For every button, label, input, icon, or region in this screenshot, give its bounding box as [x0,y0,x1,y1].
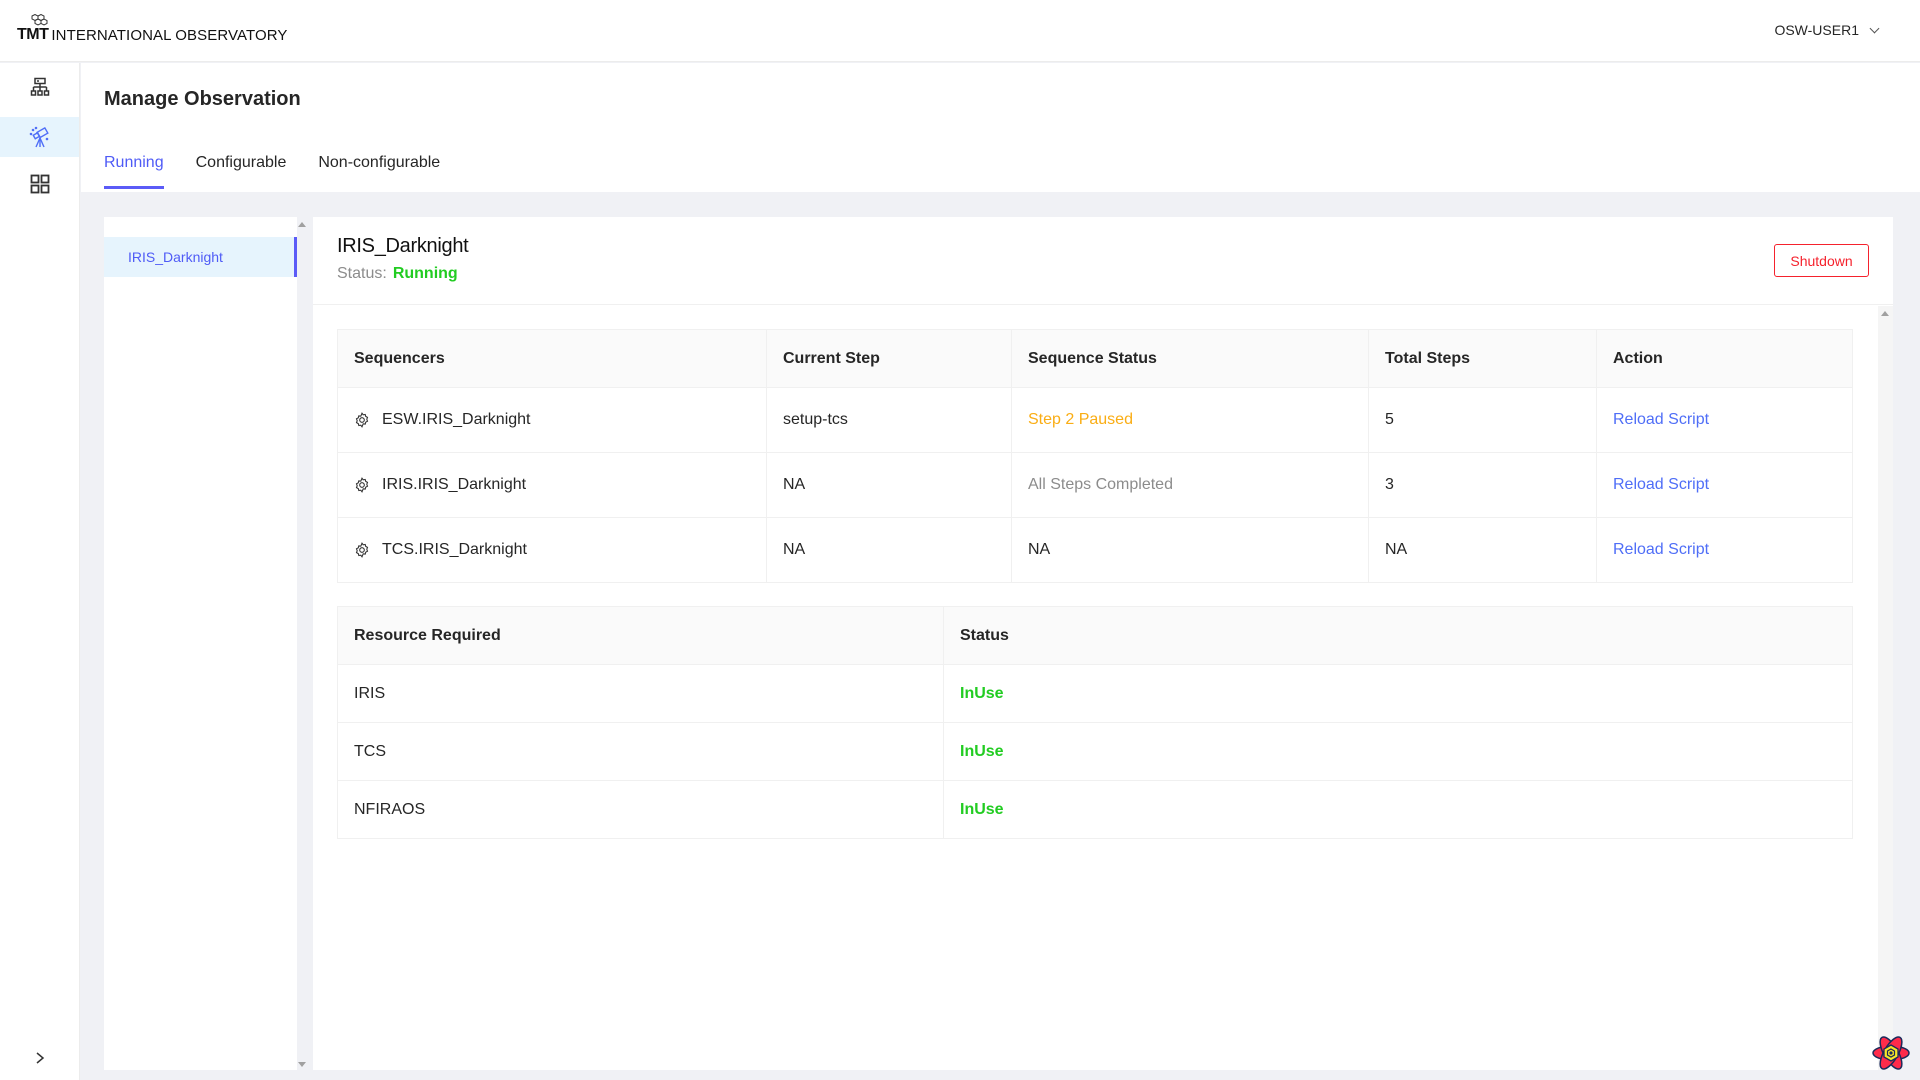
infrastructure-icon [30,77,49,96]
detail-scrollbar[interactable] [1878,306,1893,1070]
tab-running[interactable]: Running [104,154,164,189]
resource-name-cell: IRIS [337,664,944,723]
sidebar-item-observations[interactable] [0,117,79,157]
column-header: Sequencers [337,329,767,388]
observation-title: IRIS_Darknight [337,235,469,257]
column-header: Sequence Status [1011,329,1369,388]
sidebar-item-dashboard[interactable] [0,164,79,204]
column-header: Resource Required [337,606,944,665]
column-header: Action [1596,329,1853,388]
reload-script-link[interactable]: Reload Script [1613,476,1709,493]
sidebar-expand-toggle[interactable] [30,1048,50,1068]
logo-text: INTERNATIONAL OBSERVATORY [51,27,288,44]
sidebar-item-infrastructure[interactable] [0,67,79,107]
resource-status-cell: InUse [943,780,1853,839]
total-steps-cell: 5 [1368,387,1597,453]
total-steps-cell: 3 [1368,452,1597,518]
action-cell: Reload Script [1596,387,1853,453]
detail-header: IRIS_Darknight Status: Running Shutdown [313,217,1893,305]
sequencers-table: Sequencers Current Step Sequence Status … [337,329,1853,583]
observation-list-item[interactable]: IRIS_Darknight [104,237,297,277]
sequencer-cell: IRIS.IRIS_Darknight [337,452,767,518]
scroll-up-arrow[interactable] [1881,311,1889,316]
grid-icon [30,174,49,194]
shutdown-button[interactable]: Shutdown [1774,244,1869,277]
resource-name-cell: NFIRAOS [337,780,944,839]
total-steps-cell: NA [1368,517,1597,583]
observation-tabs: Running Configurable Non-configurable [104,154,440,189]
chevron-down-icon [1869,23,1880,33]
observation-detail: IRIS_Darknight Status: Running Shutdown S… [313,217,1893,1070]
gear-icon [355,477,369,493]
scroll-down-arrow[interactable] [298,1062,306,1067]
action-cell: Reload Script [1596,517,1853,583]
reload-script-link[interactable]: Reload Script [1613,541,1709,558]
mirror-segments-icon [31,14,48,26]
reload-script-link[interactable]: Reload Script [1613,411,1709,428]
column-header: Total Steps [1368,329,1597,388]
chevron-right-icon [36,1052,45,1064]
page-title: Manage Observation [104,88,301,110]
top-header: TMT INTERNATIONAL OBSERVATORY OSW-USER1 [0,0,1920,62]
scroll-up-arrow[interactable] [298,222,306,227]
user-menu[interactable]: OSW-USER1 [1774,22,1880,38]
react-query-devtools-icon [1872,1036,1910,1070]
resource-name-cell: TCS [337,722,944,781]
status-value: Running [392,265,458,282]
sequencer-cell: ESW.IRIS_Darknight [337,387,767,453]
current-step-cell: setup-tcs [766,387,1012,453]
table-row: NFIRAOS InUse [337,780,1853,839]
sequencer-name: IRIS.IRIS_Darknight [382,476,527,493]
sidebar [0,63,80,1080]
sequencer-cell: TCS.IRIS_Darknight [337,517,767,583]
logo-mark: TMT [17,14,49,44]
table-header-row: Sequencers Current Step Sequence Status … [337,329,1853,388]
table-row: TCS InUse [337,722,1853,781]
tmt-logo: TMT INTERNATIONAL OBSERVATORY [17,14,288,44]
resources-table: Resource Required Status IRIS InUse TCS … [337,606,1853,839]
column-header: Current Step [766,329,1012,388]
observation-list: IRIS_Darknight [104,217,297,1070]
gear-icon [355,412,369,428]
gear-icon [355,542,369,558]
table-header-row: Resource Required Status [337,606,1853,665]
status-label: Status: [337,265,387,282]
observation-list-scrollbar[interactable] [297,217,307,1070]
table-row: ESW.IRIS_Darknight setup-tcs Step 2 Paus… [337,387,1853,453]
action-cell: Reload Script [1596,452,1853,518]
sequence-status-cell: All Steps Completed [1011,452,1369,518]
resource-status-cell: InUse [943,664,1853,723]
page-header: Manage Observation Running Configurable … [81,63,1920,192]
resource-status-cell: InUse [943,722,1853,781]
sequence-status-cell: NA [1011,517,1369,583]
sequencer-name: TCS.IRIS_Darknight [382,541,527,558]
telescope-icon [29,126,49,148]
table-row: IRIS.IRIS_Darknight NA All Steps Complet… [337,452,1853,518]
observation-status: Status: Running [337,265,458,283]
current-step-cell: NA [766,517,1012,583]
sequencer-name: ESW.IRIS_Darknight [382,411,531,428]
tab-configurable[interactable]: Configurable [196,154,287,189]
username: OSW-USER1 [1774,22,1859,38]
tab-non-configurable[interactable]: Non-configurable [318,154,440,189]
table-row: IRIS InUse [337,664,1853,723]
sequence-status-cell: Step 2 Paused [1011,387,1369,453]
current-step-cell: NA [766,452,1012,518]
table-row: TCS.IRIS_Darknight NA NA NA Reload Scrip… [337,517,1853,583]
react-devtools-button[interactable] [1870,1032,1912,1079]
column-header: Status [943,606,1853,665]
